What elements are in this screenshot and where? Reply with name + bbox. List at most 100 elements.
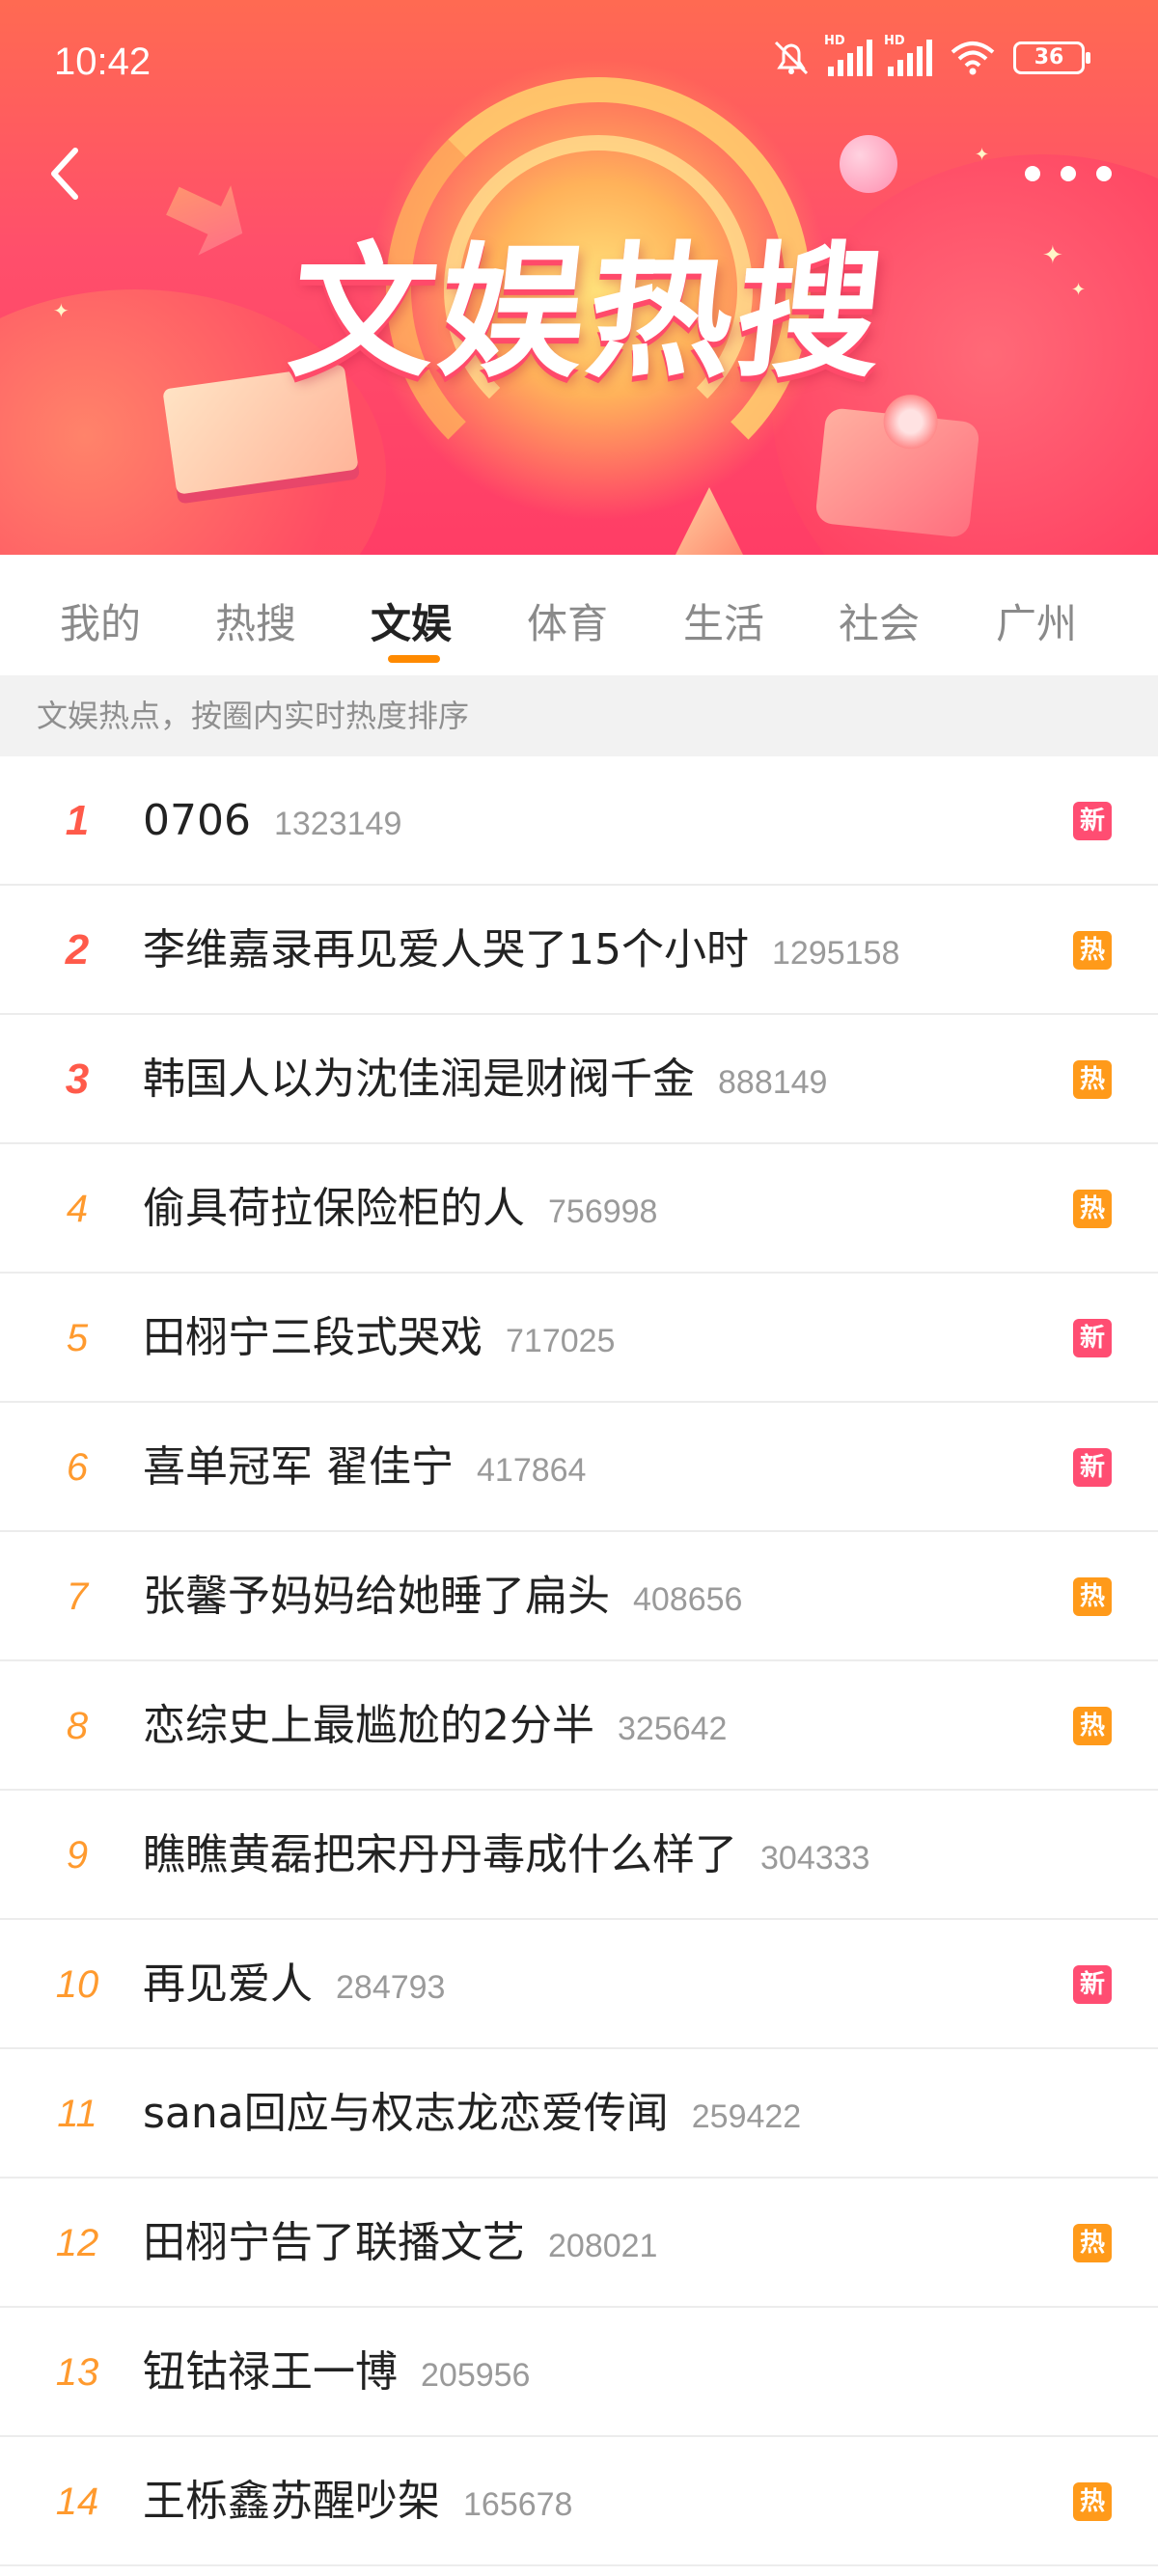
rank-number: 8 — [66, 1705, 89, 1747]
heat-count: 756998 — [548, 1193, 658, 1230]
signal-hd-icon: HD — [884, 34, 932, 76]
tab-entertainment[interactable]: 文娱 — [371, 591, 452, 650]
list-item[interactable]: 10 再见爱人 284793 新 — [0, 1920, 1158, 2049]
heat-count: 284793 — [336, 1969, 446, 2006]
list-item[interactable]: 7 张馨予妈妈给她睡了扁头 408656 热 — [0, 1532, 1158, 1661]
tab-sports[interactable]: 体育 — [527, 591, 608, 650]
item-title: 韩国人以为沈佳润是财阀千金 — [143, 1055, 695, 1104]
tab-hot-search[interactable]: 热搜 — [215, 591, 296, 650]
active-tab-indicator — [388, 655, 440, 663]
sparkle-icon: ✦ — [975, 145, 990, 165]
heat-count: 717025 — [506, 1323, 616, 1359]
item-title: 张馨予妈妈给她睡了扁头 — [143, 1572, 610, 1621]
new-badge: 新 — [1073, 1965, 1112, 2004]
more-dot — [1096, 166, 1112, 181]
item-title: 恋综史上最尴尬的2分半 — [143, 1701, 594, 1750]
item-title: 田栩宁三段式哭戏 — [143, 1313, 482, 1362]
sparkle-icon: ✦ — [1042, 241, 1063, 270]
signal-hd-icon: HD — [824, 34, 872, 76]
heat-count: 325642 — [618, 1711, 728, 1747]
rank-number: 13 — [55, 2351, 99, 2394]
sparkle-icon: ✦ — [1071, 280, 1087, 300]
heat-count: 165678 — [463, 2486, 573, 2523]
item-text: 王栎鑫苏醒吵架 165678 — [143, 2437, 572, 2575]
item-title: 李维嘉录再见爱人哭了15个小时 — [143, 925, 749, 974]
rank-number: 9 — [66, 1834, 89, 1877]
heat-count: 1295158 — [772, 935, 900, 972]
item-title: 再见爱人 — [143, 1959, 313, 2009]
tab-guangzhou[interactable]: 广州 — [996, 591, 1077, 650]
item-text: 田栩宁告了联播文艺 208021 — [143, 2179, 657, 2316]
rank-number: 12 — [55, 2222, 99, 2264]
item-title: 田栩宁告了联播文艺 — [143, 2218, 525, 2267]
item-title: 0706 — [143, 796, 251, 845]
rank-number: 3 — [65, 1055, 90, 1103]
item-text: 瞧瞧黄磊把宋丹丹毒成什么样了 304333 — [143, 1791, 869, 1929]
rank-number: 7 — [66, 1576, 89, 1618]
decor-arrow — [156, 166, 259, 268]
list-item[interactable]: 3 韩国人以为沈佳润是财阀千金 888149 热 — [0, 1015, 1158, 1144]
heat-count: 259422 — [691, 2098, 802, 2135]
list-item[interactable]: 1 0706 1323149 新 — [0, 756, 1158, 886]
list-item[interactable]: 12 田栩宁告了联播文艺 208021 热 — [0, 2179, 1158, 2308]
list-item[interactable]: 13 钮钴禄王一博 205956 — [0, 2308, 1158, 2437]
list-item[interactable]: 14 王栎鑫苏醒吵架 165678 热 — [0, 2437, 1158, 2566]
rank-number: 6 — [66, 1446, 89, 1489]
list-item[interactable]: 8 恋综史上最尴尬的2分半 325642 热 — [0, 1661, 1158, 1791]
item-text: 张馨予妈妈给她睡了扁头 408656 — [143, 1532, 742, 1670]
item-text: 田栩宁三段式哭戏 717025 — [143, 1274, 615, 1411]
mute-bell-icon — [774, 41, 809, 75]
heat-count: 208021 — [548, 2228, 658, 2264]
item-text: 喜单冠军 翟佳宁 417864 — [143, 1403, 586, 1541]
wifi-icon — [951, 41, 995, 75]
list-item[interactable]: 11 sana回应与权志龙恋爱传闻 259422 — [0, 2049, 1158, 2179]
more-button[interactable] — [1025, 154, 1112, 193]
item-text: 钮钴禄王一博 205956 — [143, 2308, 530, 2446]
ranking-hint: 文娱热点，按圈内实时热度排序 — [0, 675, 1158, 756]
list-item[interactable]: 4 偷具荷拉保险柜的人 756998 热 — [0, 1144, 1158, 1274]
tab-life[interactable]: 生活 — [683, 591, 764, 650]
rank-number: 4 — [66, 1188, 89, 1230]
item-text: 0706 1323149 — [143, 756, 401, 894]
rank-number: 10 — [55, 1963, 99, 2006]
list-item[interactable]: 5 田栩宁三段式哭戏 717025 新 — [0, 1274, 1158, 1403]
tab-mine[interactable]: 我的 — [60, 591, 141, 650]
category-tabs: 我的 热搜 文娱 体育 生活 社会 广州 — [0, 555, 1158, 675]
hero-banner: ✦ ✦ ✦ ✦ 文娱热搜 10:42 HD HD 36 — [0, 0, 1158, 555]
tab-society[interactable]: 社会 — [839, 591, 920, 650]
list-item[interactable]: 9 瞧瞧黄磊把宋丹丹毒成什么样了 304333 — [0, 1791, 1158, 1920]
decor-planet — [840, 135, 897, 193]
hot-badge: 热 — [1073, 931, 1112, 970]
more-dot — [1061, 166, 1076, 181]
new-badge: 新 — [1073, 1319, 1112, 1357]
back-button[interactable] — [39, 145, 96, 203]
item-text: 恋综史上最尴尬的2分半 325642 — [143, 1661, 727, 1799]
camera-illustration — [814, 392, 980, 539]
status-time: 10:42 — [54, 41, 152, 83]
item-text: 李维嘉录再见爱人哭了15个小时 1295158 — [143, 886, 899, 1024]
hot-badge: 热 — [1073, 1060, 1112, 1099]
item-title: 王栎鑫苏醒吵架 — [143, 2477, 440, 2526]
hot-search-list: 1 0706 1323149 新 2 李维嘉录再见爱人哭了15个小时 1295158 热 3 韩国… — [0, 756, 1158, 2566]
hot-badge: 热 — [1073, 1577, 1112, 1616]
rank-number: 5 — [66, 1317, 89, 1359]
rank-number: 14 — [55, 2480, 99, 2523]
item-title: 偷具荷拉保险柜的人 — [143, 1184, 525, 1233]
heat-count: 408656 — [633, 1581, 743, 1618]
hot-badge: 热 — [1073, 2224, 1112, 2262]
item-title: sana回应与权志龙恋爱传闻 — [143, 2089, 669, 2138]
item-title: 瞧瞧黄磊把宋丹丹毒成什么样了 — [143, 1830, 737, 1879]
battery-icon: 36 — [1013, 41, 1090, 74]
hot-badge: 热 — [1073, 1707, 1112, 1745]
page-title: 文娱热搜 — [282, 230, 896, 397]
list-item[interactable]: 2 李维嘉录再见爱人哭了15个小时 1295158 热 — [0, 886, 1158, 1015]
item-text: sana回应与权志龙恋爱传闻 259422 — [143, 2049, 801, 2187]
rank-number: 11 — [57, 2093, 97, 2135]
status-icons: HD HD 36 — [770, 34, 1090, 77]
more-dot — [1025, 166, 1040, 181]
item-text: 韩国人以为沈佳润是财阀千金 888149 — [143, 1015, 827, 1153]
hot-badge: 热 — [1073, 2482, 1112, 2521]
list-item[interactable]: 6 喜单冠军 翟佳宁 417864 新 — [0, 1403, 1158, 1532]
heat-count: 304333 — [760, 1840, 870, 1877]
rank-number: 1 — [65, 797, 90, 844]
